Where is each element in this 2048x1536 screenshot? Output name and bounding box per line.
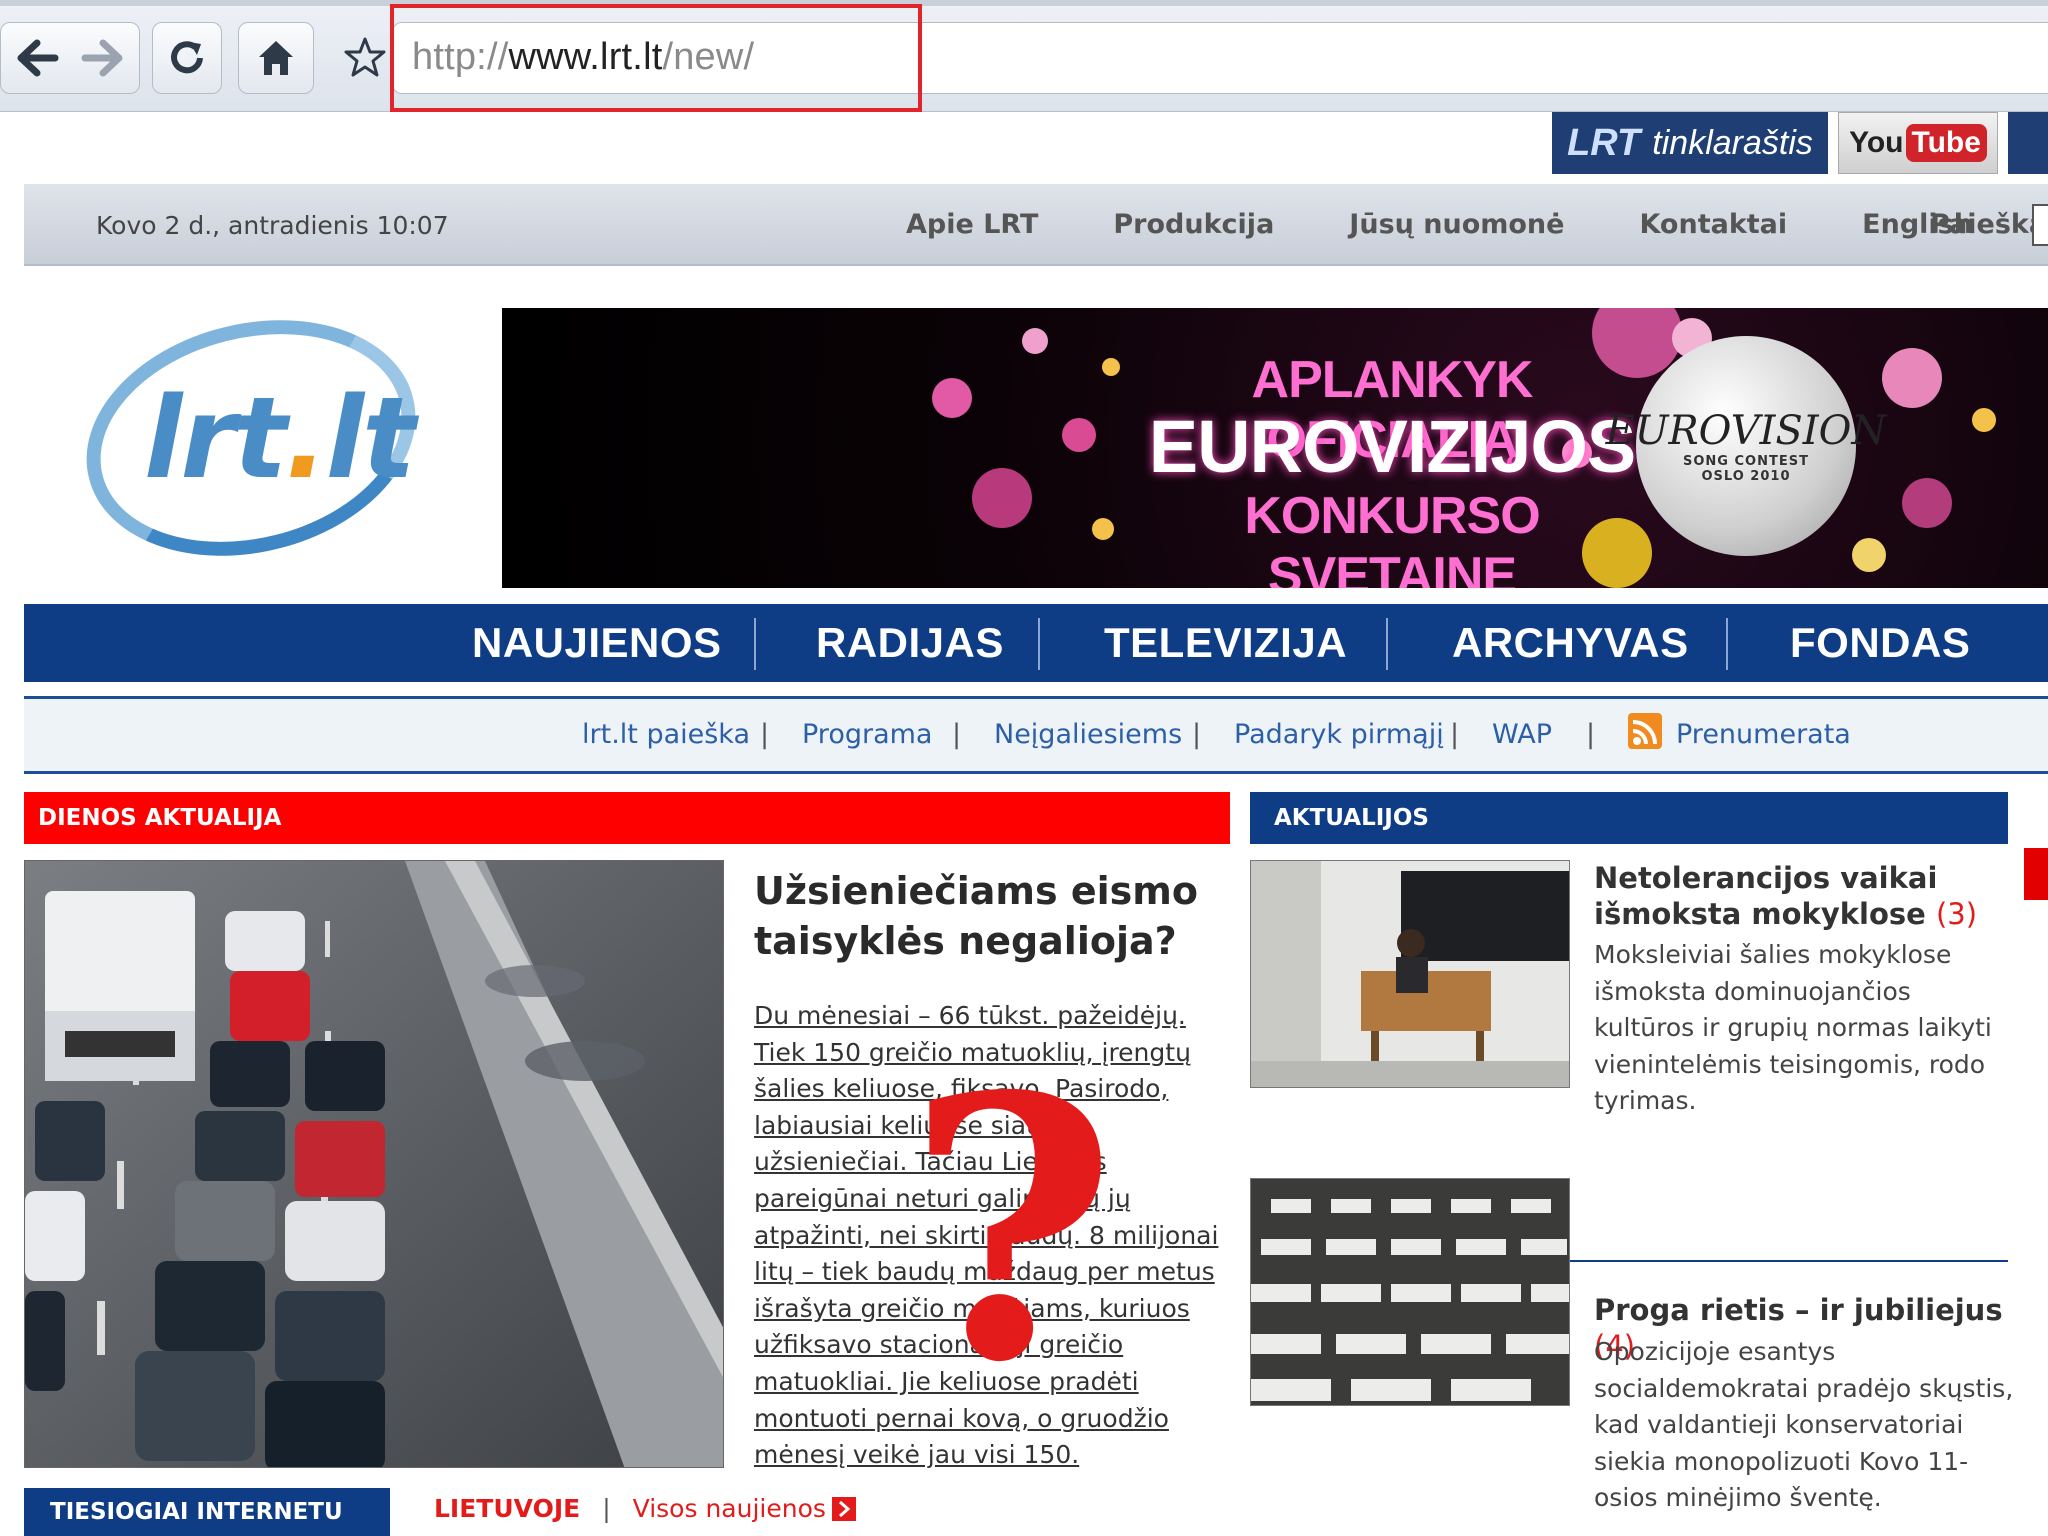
tab-strip <box>0 0 2048 6</box>
subnav-first-step[interactable]: Padaryk pirmąjį <box>1234 719 1444 750</box>
banner-line-3: KONKURSO SVETAINĘ <box>1244 487 1540 588</box>
subnav-wap[interactable]: WAP <box>1492 719 1552 750</box>
subnav-separator: | <box>1192 719 1202 750</box>
subnav-subscribe[interactable]: Prenumerata <box>1676 719 1851 750</box>
nav-separator <box>1726 618 1728 670</box>
top-links: Apie LRT Produkcija Jūsų nuomonė Kontakt… <box>906 209 2048 240</box>
subnav-separator: | <box>1450 719 1460 750</box>
browser-toolbar: http://www.lrt.lt/new/ <box>0 0 2048 112</box>
side-story-title-1[interactable]: Netolerancijos vaikai išmoksta mokyklose… <box>1594 860 2014 932</box>
nav-televizija[interactable]: TELEVIZIJA <box>1104 604 1347 682</box>
news-tabs: LIETUVOJE | Visos naujienos <box>434 1494 856 1523</box>
site-logo[interactable]: lrt.lt <box>61 286 444 590</box>
home-icon <box>255 37 297 79</box>
webpage: LRT tinklaraštis You Tube Kovo 2 d., antra… <box>24 112 2048 1536</box>
arrow-right-icon[interactable] <box>831 1496 856 1521</box>
tab-separator: | <box>602 1494 611 1523</box>
nav-radijas[interactable]: RADIJAS <box>816 604 1004 682</box>
twitter-icon[interactable] <box>2008 112 2048 174</box>
section-header-news: AKTUALIJOS <box>1250 792 2008 844</box>
subnav-separator: | <box>760 719 770 750</box>
forward-arrow-icon[interactable] <box>81 39 123 77</box>
back-forward-group <box>0 22 140 94</box>
main-nav: NAUJIENOS RADIJAS TELEVIZIJA ARCHYVAS FO… <box>24 604 2048 682</box>
logo-text: lrt.lt <box>144 374 416 504</box>
side-story-text-1: Moksleiviai šalies mokyklose išmoksta do… <box>1594 940 1992 1115</box>
subnav-disabled[interactable]: Neįgaliesiems <box>994 719 1182 750</box>
subnav-separator: | <box>952 719 962 750</box>
rss-icon[interactable] <box>1628 713 1662 749</box>
banner-line-2: EUROVIZIJOS <box>1148 405 1637 488</box>
top-social-buttons: LRT tinklaraštis You Tube <box>1552 112 2048 174</box>
nav-archyvas[interactable]: ARCHYVAS <box>1452 604 1689 682</box>
subnav-programa[interactable]: Programa <box>802 719 932 750</box>
eurovision-logo-sub2: OSLO 2010 <box>1701 469 1791 484</box>
reload-button[interactable] <box>152 22 222 94</box>
search-label: Paieška: <box>1930 209 2048 240</box>
link-about[interactable]: Apie LRT <box>906 209 1038 240</box>
side-story-text-2: Opozicijoje esantys socialdemokratai pra… <box>1594 1337 2014 1512</box>
main-story-body[interactable]: Du mėnesiai – 66 tūkst. pažeidėjų. Tiek … <box>754 998 1234 1474</box>
main-story-headline[interactable]: Užsieniečiams eismo taisyklės negalioja? <box>754 866 1234 966</box>
home-button[interactable] <box>238 22 314 94</box>
nav-separator <box>1038 618 1040 670</box>
link-production[interactable]: Produkcija <box>1113 209 1274 240</box>
side-story-photo-2[interactable] <box>1250 1178 1570 1406</box>
eurovision-logo-text: EUROVISION <box>1605 408 1887 454</box>
subnav-search[interactable]: lrt.lt paieška <box>582 719 750 750</box>
info-bar: Kovo 2 d., antradienis 10:07 Apie LRT Pr… <box>24 184 2048 266</box>
link-contacts[interactable]: Kontaktai <box>1639 209 1787 240</box>
search-input[interactable] <box>2032 204 2048 246</box>
nav-fondas[interactable]: FONDAS <box>1790 604 1970 682</box>
section-header-live: TIESIOGIAI INTERNETU <box>24 1488 390 1536</box>
date-time: Kovo 2 d., antradienis 10:07 <box>96 211 449 240</box>
tab-lithuania[interactable]: LIETUVOJE <box>434 1494 580 1523</box>
subnav-separator: | <box>1586 719 1596 750</box>
reload-icon <box>167 38 207 78</box>
eurovision-logo-sub: SONG CONTEST <box>1683 454 1809 469</box>
star-bookmark-icon[interactable] <box>344 36 386 82</box>
comment-count-1[interactable]: (3) <box>1936 897 1977 931</box>
nav-naujienos[interactable]: NAUJIENOS <box>472 604 722 682</box>
link-opinion[interactable]: Jūsų nuomonė <box>1349 209 1564 240</box>
nav-separator <box>754 618 756 670</box>
eurovision-logo-disc: EUROVISION SONG CONTEST OSLO 2010 <box>1606 336 1886 556</box>
url-text[interactable]: http://www.lrt.lt/new/ <box>412 36 754 79</box>
side-story-photo-1[interactable] <box>1250 860 1570 1088</box>
eurovision-banner[interactable]: APLANKYK OFICIALIĄ EUROVIZIJOS KONKURSO … <box>502 308 2048 588</box>
sub-nav: lrt.lt paieška | Programa | Neįgaliesiem… <box>24 696 2048 774</box>
blog-button[interactable]: LRT tinklaraštis <box>1552 112 1828 174</box>
main-story-photo[interactable] <box>24 860 724 1468</box>
link-all-news[interactable]: Visos naujienos <box>633 1494 826 1523</box>
scroll-marker <box>2024 848 2048 900</box>
youtube-button[interactable]: You Tube <box>1838 112 1998 174</box>
back-arrow-icon[interactable] <box>17 39 59 77</box>
section-header-daily: DIENOS AKTUALIJA <box>24 792 1230 844</box>
nav-separator <box>1386 618 1388 670</box>
